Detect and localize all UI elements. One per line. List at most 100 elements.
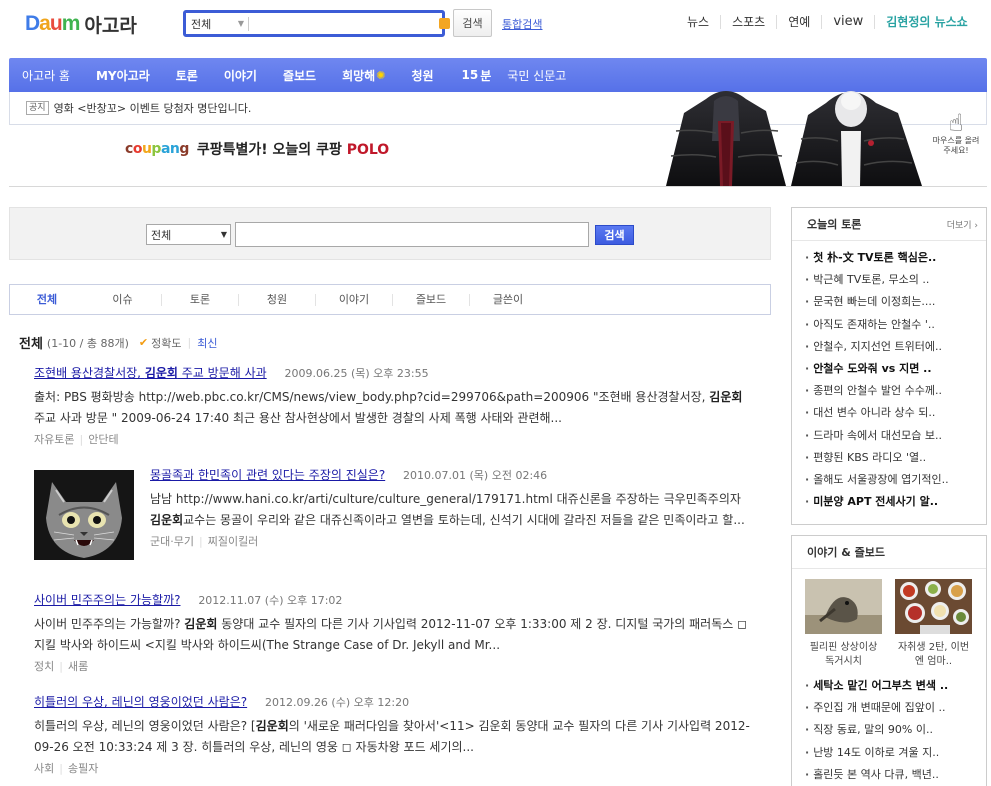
story-photo-item[interactable]: 자취생 2탄, 이번 엔 엄마.. [895, 579, 972, 669]
daum-agora-logo[interactable]: Daum 아고라 [25, 8, 137, 40]
check-icon: ✔ [138, 336, 149, 349]
agora-search-button[interactable]: 검색 [595, 225, 634, 245]
gnb-newsshow[interactable]: 김현정의 뉴스쇼 [874, 15, 978, 29]
result-author[interactable]: 새롬 [68, 660, 88, 673]
jackets-image[interactable] [666, 81, 922, 186]
keyboard-icon[interactable] [439, 18, 450, 29]
sidebar-list-item[interactable]: 안철수 도와줘 vs 지면 .. [805, 358, 986, 380]
results-header: 전체 (1-10 / 총 88개) ✔ 정확도 | 최신 [19, 333, 217, 352]
tab-issue[interactable]: 이슈 [84, 293, 161, 306]
nav-my-agora[interactable]: MY아고라 [83, 67, 163, 84]
results-range: (1-10 / 총 88개) [46, 336, 129, 350]
cat-thumbnail-image[interactable] [34, 470, 134, 560]
result-title-post: 주교 방문해 사과 [177, 366, 267, 380]
story-board-box: 이야기 & 즐보드 필리핀 상상이상 독거시치 자취생 2탄, 이번 엔 엄마.… [791, 535, 987, 786]
agora-search-input[interactable] [235, 222, 589, 247]
sidebar-list-item[interactable]: 문국현 빠는데 이정희는.... [805, 291, 986, 313]
result-date: 2012.11.07 (수) 오후 17:02 [198, 594, 343, 607]
sort-accuracy[interactable]: 정확도 [151, 335, 181, 351]
result-category[interactable]: 군대·무기 [150, 535, 194, 548]
result-title-link[interactable]: 사이버 민주주의는 가능할까? [34, 593, 180, 607]
caption-line: 필리핀 상상이상 [809, 642, 878, 653]
nav-15-suffix: 분 [480, 68, 492, 83]
result-author[interactable]: 찌질이킬러 [208, 535, 259, 548]
sidebar-list-item[interactable]: 박근혜 TV토론, 무소의 .. [805, 269, 986, 291]
result-category[interactable]: 사회 [34, 762, 54, 775]
top-search-input[interactable] [249, 14, 439, 33]
top-search-button[interactable]: 검색 [453, 9, 492, 37]
coupang-letter-p: p [151, 141, 161, 157]
divider: | [187, 336, 192, 349]
sidebar-list-item[interactable]: 올해도 서울광장에 엽기적인.. [805, 469, 986, 491]
sort-latest[interactable]: 최신 [197, 335, 217, 351]
sidebar-list-item[interactable]: 첫 朴-文 TV토론 핵심은.. [805, 247, 986, 269]
result-item: 사이버 민주주의는 가능할까? 2012.11.07 (수) 오후 17:02 … [34, 591, 754, 674]
tab-author[interactable]: 글쓴이 [469, 293, 546, 306]
gnb-news[interactable]: 뉴스 [687, 15, 720, 29]
sidebar-list-item[interactable]: 대선 변수 아니라 상수 되.. [805, 402, 986, 424]
todays-debate-header: 오늘의 토론 더보기 › [792, 208, 986, 241]
result-title-link[interactable]: 히틀러의 우상, 레닌의 영웅이었던 사람은? [34, 695, 247, 709]
sidebar-list-item[interactable]: 아직도 존재하는 안철수 '.. [805, 314, 986, 336]
result-author[interactable]: 송필자 [68, 762, 98, 775]
sidebar-list-item[interactable]: 홀린듯 본 역사 다큐, 백년.. [805, 764, 986, 786]
sidebar-list-item[interactable]: 세탁소 맡긴 어그부츠 변색 .. [805, 675, 986, 697]
result-tabs: 전체 이슈 토론 청원 이야기 즐보드 글쓴이 [9, 284, 771, 315]
snippet-highlight: 김운회 [150, 513, 184, 527]
nav-15min[interactable]: 15 분 [447, 67, 495, 84]
hand-pointer-icon: ☝ [948, 109, 964, 137]
notice-tag: 공지 [26, 101, 49, 115]
result-snippet: 히틀러의 우상, 레닌의 영웅이었던 사람은? [김운회의 '새로운 패러다임을… [34, 716, 754, 758]
total-search-link[interactable]: 통합검색 [502, 16, 542, 32]
result-title-pre: 몽골족과 한민족이 관련 있다는 주장의 진실은? [150, 468, 386, 482]
coupang-letter-o: o [132, 141, 143, 157]
nav-15-number: 15 [461, 68, 479, 82]
top-search-scope-select[interactable]: 전체 ▼ [186, 16, 248, 32]
sidebar-list-item[interactable]: 난방 14도 이하로 겨울 지.. [805, 742, 986, 764]
tab-debate[interactable]: 토론 [161, 293, 238, 306]
tab-petition[interactable]: 청원 [238, 293, 315, 306]
sidebar-list-item[interactable]: 주인집 개 변때문에 집앞이 .. [805, 697, 986, 719]
result-item: 조현배 용산경찰서장, 김운회 주교 방문해 사과 2009.06.25 (목)… [34, 364, 754, 447]
coupang-letter-a: a [160, 141, 170, 157]
nav-hope[interactable]: 희망해 ✺ [329, 67, 398, 84]
agora-search-scope-select[interactable]: 전체 ▼ [146, 224, 231, 245]
result-category[interactable]: 정치 [34, 660, 54, 673]
divider: | [59, 660, 63, 673]
gnb-view[interactable]: view [821, 15, 874, 29]
more-link[interactable]: 더보기 › [947, 218, 978, 231]
story-photo-item[interactable]: 필리핀 상상이상 독거시치 [805, 579, 882, 669]
snippet-pre: 남남 http://www.hani.co.kr/arti/culture/cu… [150, 492, 741, 506]
tab-all[interactable]: 전체 [10, 293, 84, 306]
logo-letter-d: D [25, 12, 40, 35]
nav-story[interactable]: 이야기 [211, 67, 270, 84]
agora-search-panel: 전체 ▼ 검색 [9, 207, 771, 260]
gnb-sports[interactable]: 스포츠 [720, 15, 776, 29]
result-title-pre: 사이버 민주주의는 가능할까? [34, 593, 181, 607]
nav-petition[interactable]: 청원 [398, 67, 446, 84]
nav-board[interactable]: 즐보드 [270, 67, 329, 84]
result-title-pre: 히틀러의 우상, 레닌의 영웅이었던 사람은? [34, 695, 248, 709]
tab-story[interactable]: 이야기 [315, 293, 392, 306]
result-snippet: 사이버 민주주의는 가능할까? 김운회 동양대 교수 필자의 다른 기사 기사입… [34, 614, 754, 656]
result-category[interactable]: 자유토론 [34, 433, 74, 446]
sidebar-list-item[interactable]: 편향된 KBS 라디오 '열.. [805, 447, 986, 469]
gnb-entertainment[interactable]: 연예 [776, 15, 821, 29]
nav-debate[interactable]: 토론 [163, 67, 211, 84]
sidebar-list-item[interactable]: 안철수, 지지선언 트위터에.. [805, 336, 986, 358]
notice-link[interactable]: 영화 <반창꼬> 이벤트 당첨자 명단입니다. [54, 100, 252, 116]
tab-board[interactable]: 즐보드 [392, 293, 469, 306]
result-title-link[interactable]: 조현배 용산경찰서장, 김운회 주교 방문해 사과 [34, 366, 267, 380]
result-title-link[interactable]: 몽골족과 한민족이 관련 있다는 주장의 진실은? [150, 468, 385, 482]
sidebar-list-item[interactable]: 미분양 APT 전세사기 알.. [805, 491, 986, 513]
snippet-pre: 사이버 민주주의는 가능할까? [34, 617, 185, 631]
sidebar-list-item[interactable]: 드라마 속에서 대선모습 보.. [805, 425, 986, 447]
nav-agora-home[interactable]: 아고라 홈 [9, 67, 83, 84]
coupang-letter-g: g [179, 141, 189, 157]
nav-national-petition[interactable]: 국민 신문고 [494, 67, 579, 84]
coupang-ad[interactable]: coupang 쿠팡특별가! 오늘의 쿠팡 POLO [125, 139, 389, 159]
sidebar-list-item[interactable]: 직장 동료, 말의 90% 이.. [805, 719, 986, 741]
coupang-letter-u: u [141, 141, 152, 157]
sidebar-list-item[interactable]: 종편의 안철수 발언 수수께.. [805, 380, 986, 402]
result-author[interactable]: 안단테 [88, 433, 118, 446]
